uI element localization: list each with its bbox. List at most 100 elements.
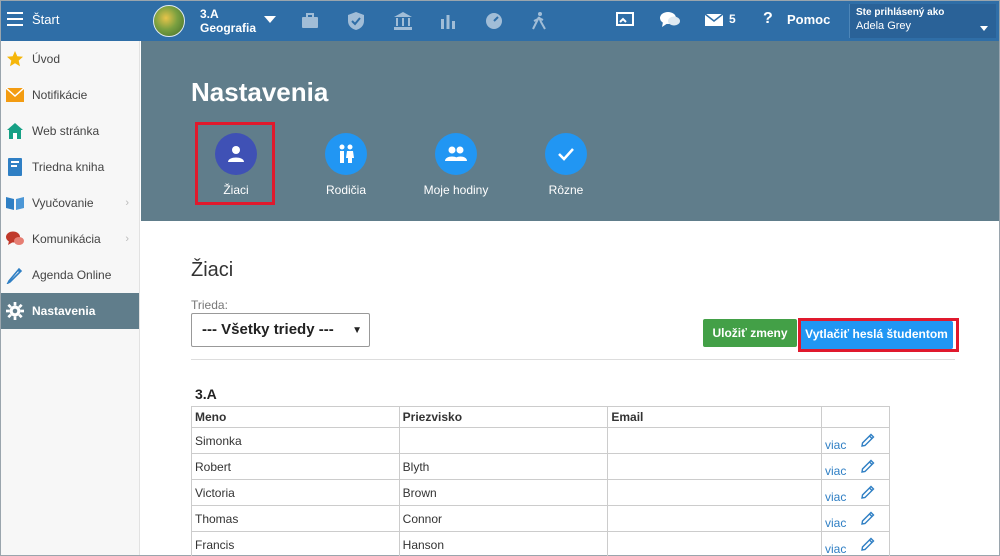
table-row: Simonka viac (191, 427, 890, 454)
tab-rodicia[interactable]: Rodičia (301, 133, 391, 197)
help-question-icon[interactable]: ? (763, 10, 773, 28)
sidebar-item-vyucovanie[interactable]: Vyučovanie › (1, 185, 139, 221)
actions-cell: viac (821, 531, 890, 556)
tab-moje-hodiny[interactable]: Moje hodiny (411, 133, 501, 197)
hamburger-menu-icon[interactable] (7, 12, 23, 26)
help-link[interactable]: Pomoc (787, 12, 830, 27)
tab-label: Rodičia (325, 183, 367, 197)
chevron-down-icon[interactable] (264, 16, 276, 23)
sidebar-item-label: Triedna kniha (32, 160, 105, 174)
column-header (821, 406, 890, 428)
class-select-label: Trieda: (191, 298, 228, 312)
edit-pencil-icon[interactable] (860, 432, 876, 448)
envelope-icon (6, 86, 24, 104)
group-icon (435, 133, 477, 175)
first-name-cell: Victoria (191, 479, 400, 506)
shield-icon[interactable] (346, 11, 366, 31)
save-button[interactable]: Uložiť zmeny (703, 319, 797, 347)
sidebar-item-agenda-online[interactable]: Agenda Online (1, 257, 139, 293)
sidebar-item-label: Komunikácia (32, 232, 101, 246)
main-content: Žiaci Trieda: --- Všetky triedy --- ▼ Ul… (141, 221, 999, 556)
check-icon (545, 133, 587, 175)
last-name-cell: Blyth (398, 453, 609, 480)
actions-cell: viac (821, 479, 890, 506)
class-select-value: --- Všetky triedy --- (202, 321, 334, 338)
email-cell (607, 427, 822, 454)
first-name-cell: Robert (191, 453, 400, 480)
column-header: Email (607, 406, 822, 428)
edit-pencil-icon[interactable] (860, 484, 876, 500)
divider (191, 359, 955, 360)
tab-rozne[interactable]: Rôzne (521, 133, 611, 197)
last-name-cell: Connor (398, 505, 609, 532)
sidebar-item-label: Nastavenia (32, 304, 96, 318)
tab-label: Moje hodiny (423, 183, 489, 197)
edit-pencil-icon[interactable] (860, 510, 876, 526)
sidebar: Úvod Notifikácie Web stránka Triedna kni… (1, 41, 140, 555)
user-menu[interactable]: Ste prihlásený ako Adela Grey (849, 4, 996, 38)
star-icon (6, 50, 24, 68)
first-name-cell: Simonka (191, 427, 400, 454)
sidebar-item-web-stranka[interactable]: Web stránka (1, 113, 139, 149)
students-table: Meno Priezvisko Email Simonka viac Rober… (191, 406, 890, 556)
sidebar-item-label: Notifikácie (32, 88, 88, 102)
bank-icon[interactable] (393, 11, 413, 31)
sidebar-item-nastavenia[interactable]: Nastavenia (1, 293, 139, 329)
message-count[interactable]: 5 (729, 12, 736, 26)
caret-down-icon: ▼ (352, 325, 362, 336)
hiking-icon[interactable] (529, 11, 549, 31)
parents-icon (325, 133, 367, 175)
more-link[interactable]: viac (825, 490, 846, 504)
last-name-cell: Hanson (398, 531, 609, 556)
chat-icon[interactable] (659, 10, 681, 30)
sidebar-item-triedna-kniha[interactable]: Triedna kniha (1, 149, 139, 185)
table-row: Francis Hanson viac (191, 531, 890, 556)
last-name-cell (398, 427, 609, 454)
subject-name: Geografia (200, 21, 257, 35)
briefcase-icon[interactable] (300, 11, 320, 31)
page-title: Nastavenia (191, 77, 329, 107)
envelope-icon[interactable] (704, 13, 724, 27)
more-link[interactable]: viac (825, 438, 846, 452)
actions-cell: viac (821, 505, 890, 532)
more-link[interactable]: viac (825, 464, 846, 478)
bar-chart-icon[interactable] (438, 11, 458, 31)
chevron-right-icon: › (125, 197, 129, 209)
gear-icon (6, 302, 24, 320)
sidebar-item-label: Web stránka (32, 124, 100, 138)
chat-bubbles-icon (6, 230, 24, 248)
more-link[interactable]: viac (825, 542, 846, 556)
class-switcher[interactable]: 3.A Geografia (200, 7, 256, 35)
sidebar-item-komunikacia[interactable]: Komunikácia › (1, 221, 139, 257)
sidebar-item-label: Úvod (32, 52, 61, 66)
table-row: Victoria Brown viac (191, 479, 890, 506)
chevron-down-icon[interactable] (980, 26, 988, 31)
email-cell (607, 505, 822, 532)
highlight-box (195, 122, 275, 205)
class-select[interactable]: --- Všetky triedy --- ▼ (191, 313, 370, 347)
highlight-box (798, 318, 959, 352)
book-icon (6, 158, 24, 176)
cast-icon[interactable] (615, 11, 635, 29)
email-cell (607, 453, 822, 480)
start-link[interactable]: Štart (32, 12, 59, 27)
edit-pencil-icon[interactable] (860, 536, 876, 552)
edit-pencil-icon[interactable] (860, 458, 876, 474)
top-bar: Štart 3.A Geografia 5 ? Pomoc Ste prihlá… (1, 1, 999, 41)
email-cell (607, 531, 822, 556)
section-title: Žiaci (191, 259, 234, 281)
email-cell (607, 479, 822, 506)
sidebar-item-uvod[interactable]: Úvod (1, 41, 139, 77)
last-name-cell: Brown (398, 479, 609, 506)
class-avatar[interactable] (153, 5, 185, 37)
table-row: Thomas Connor viac (191, 505, 890, 532)
user-caption: Ste prihlásený ako (856, 7, 945, 18)
speedometer-icon[interactable] (484, 11, 504, 31)
sidebar-item-notifikacie[interactable]: Notifikácie (1, 77, 139, 113)
sidebar-item-label: Agenda Online (32, 268, 112, 282)
tab-label: Rôzne (548, 183, 584, 197)
actions-cell: viac (821, 453, 890, 480)
more-link[interactable]: viac (825, 516, 846, 530)
class-name: 3.A (200, 7, 219, 21)
first-name-cell: Thomas (191, 505, 400, 532)
